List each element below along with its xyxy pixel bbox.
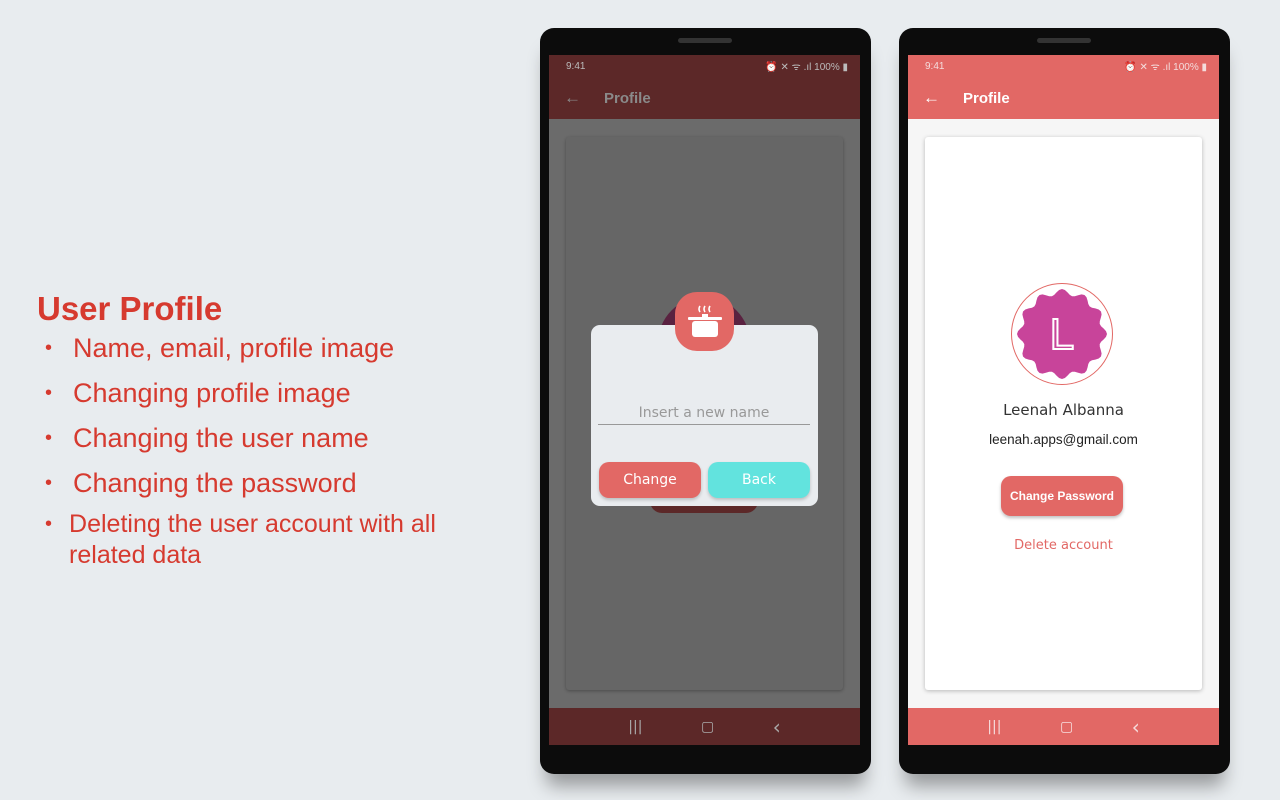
app-bar: ← Profile — [549, 77, 860, 119]
delete-account-link[interactable]: Delete account — [925, 538, 1202, 553]
back-arrow-icon[interactable]: ← — [908, 88, 963, 108]
speaker — [678, 38, 732, 43]
back-nav-icon[interactable]: ‹ — [773, 715, 781, 739]
avatar[interactable]: L — [1011, 283, 1113, 385]
bullet-item: • Deleting the user account with all rela… — [45, 510, 436, 569]
battery-level: 100% — [814, 62, 840, 73]
back-button[interactable]: Back — [708, 462, 810, 498]
user-email: leenah.apps@gmail.com — [989, 432, 1138, 447]
bullet-item: • Changing profile image — [45, 378, 351, 408]
nav-bar: ||| ▢ ‹ — [908, 708, 1219, 745]
profile-card: L Leenah Albanna leenah.apps@gmail.com C… — [925, 137, 1202, 690]
bullet-item: • Changing the user name — [45, 423, 369, 453]
change-name-dialog: Insert a new name Change Back — [591, 325, 818, 506]
change-password-button[interactable]: Change Password — [1001, 476, 1123, 516]
phone-dialog: 9:41 ⏰ ✕ ᯤ .ıl 100% ▮ ← Profile Insert a… — [540, 28, 871, 774]
nav-bar: ||| ▢ ‹ — [549, 708, 860, 745]
app-bar-title: Profile — [604, 89, 651, 107]
home-icon[interactable]: ▢ — [1060, 719, 1073, 735]
user-name: Leenah Albanna — [1003, 401, 1124, 419]
status-time: 9:41 — [566, 60, 586, 72]
status-icons: ⏰ ✕ ᯤ .ıl — [1124, 62, 1171, 73]
home-icon[interactable]: ▢ — [701, 719, 714, 735]
app-bar-title: Profile — [963, 89, 1010, 107]
avatar-image: L — [1017, 289, 1107, 379]
back-nav-icon[interactable]: ‹ — [1132, 715, 1140, 739]
name-input[interactable]: Insert a new name — [598, 405, 810, 425]
svg-text:L: L — [1050, 310, 1074, 359]
status-time: 9:41 — [925, 60, 945, 72]
status-icons: ⏰ ✕ ᯤ .ıl — [765, 62, 812, 73]
bullet-item: • Changing the password — [45, 468, 357, 498]
battery-level: 100% — [1173, 62, 1199, 73]
phone-profile: 9:41 ⏰ ✕ ᯤ .ıl 100% ▮ ← Profile L Leenah… — [899, 28, 1230, 774]
status-bar: 9:41 ⏰ ✕ ᯤ .ıl 100% ▮ — [549, 55, 860, 77]
page-heading: User Profile — [37, 290, 223, 327]
recent-apps-icon[interactable]: ||| — [628, 719, 642, 735]
bullet-item: • Name, email, profile image — [45, 333, 395, 363]
speaker — [1037, 38, 1091, 43]
status-bar: 9:41 ⏰ ✕ ᯤ .ıl 100% ▮ — [908, 55, 1219, 77]
app-bar: ← Profile — [908, 77, 1219, 119]
cooking-pot-icon — [675, 292, 734, 351]
recent-apps-icon[interactable]: ||| — [987, 719, 1001, 735]
back-arrow-icon[interactable]: ← — [549, 88, 604, 108]
change-button[interactable]: Change — [599, 462, 701, 498]
